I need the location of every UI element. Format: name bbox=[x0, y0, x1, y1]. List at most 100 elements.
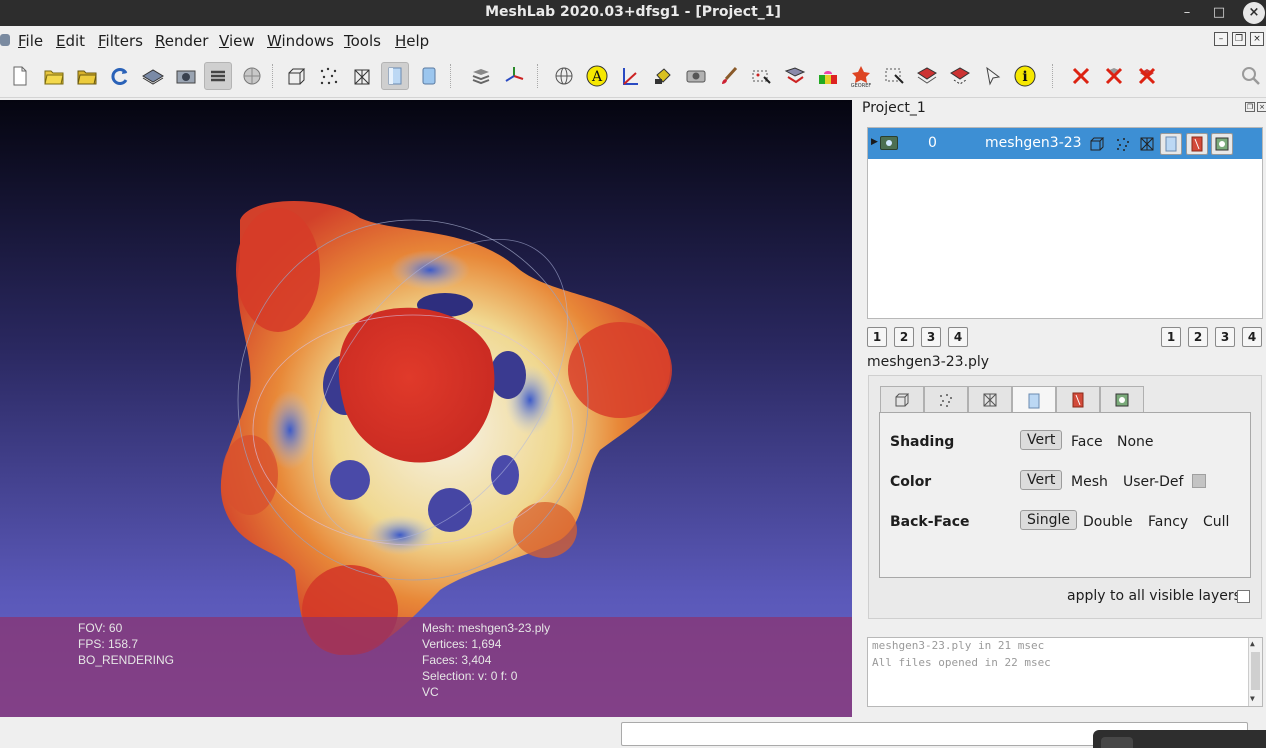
svg-text:A: A bbox=[591, 69, 603, 85]
axes-icon[interactable] bbox=[500, 62, 528, 90]
user-color-swatch[interactable] bbox=[1192, 474, 1206, 488]
smooth-icon[interactable] bbox=[415, 62, 443, 90]
select-pointer-icon[interactable] bbox=[979, 62, 1007, 90]
color-mesh-option[interactable]: Mesh bbox=[1071, 474, 1108, 490]
menu-file[interactable]: File bbox=[18, 32, 43, 50]
shading-face-option[interactable]: Face bbox=[1071, 434, 1103, 450]
flat-icon[interactable] bbox=[381, 62, 409, 90]
panel-close-button[interactable]: × bbox=[1257, 102, 1266, 112]
right-view-button-1[interactable]: 1 bbox=[1161, 327, 1181, 347]
menu-render[interactable]: Render bbox=[155, 32, 208, 50]
right-view-button-3[interactable]: 3 bbox=[1215, 327, 1235, 347]
tab-bbox[interactable] bbox=[880, 386, 924, 413]
tab-wireframe[interactable] bbox=[968, 386, 1012, 413]
left-view-button-4[interactable]: 4 bbox=[948, 327, 968, 347]
tab-solid[interactable] bbox=[1012, 386, 1056, 414]
layer-name[interactable]: meshgen3-23 bbox=[985, 135, 1082, 151]
layer-texture-icon[interactable] bbox=[1186, 133, 1208, 155]
layer-decorator-icon[interactable] bbox=[1211, 133, 1233, 155]
layer-wire-icon[interactable] bbox=[1136, 133, 1158, 155]
menu-help[interactable]: Help bbox=[395, 32, 429, 50]
scroll-thumb[interactable] bbox=[1251, 652, 1260, 690]
new-project-icon[interactable] bbox=[6, 62, 34, 90]
search-icon[interactable] bbox=[1237, 62, 1265, 90]
3d-viewport[interactable]: FOV: 60 FPS: 158.7 BO_RENDERING Mesh: me… bbox=[0, 100, 852, 717]
tab-points[interactable] bbox=[924, 386, 968, 413]
select-connected-icon[interactable] bbox=[913, 62, 941, 90]
layer-points-icon[interactable] bbox=[1112, 133, 1134, 155]
light-icon[interactable] bbox=[238, 62, 266, 90]
layer-flat-icon[interactable] bbox=[1160, 133, 1182, 155]
svg-text:i: i bbox=[1022, 69, 1027, 85]
scroll-down-icon[interactable]: ▼ bbox=[1250, 694, 1255, 703]
select-faces-icon[interactable] bbox=[781, 62, 809, 90]
menu-tools[interactable]: Tools bbox=[344, 32, 381, 50]
shading-vert-option[interactable]: Vert bbox=[1020, 430, 1063, 450]
log-scrollbar[interactable]: ▲ ▼ bbox=[1248, 638, 1262, 706]
right-view-button-4[interactable]: 4 bbox=[1242, 327, 1262, 347]
globe-icon[interactable] bbox=[550, 62, 578, 90]
wireframe-icon[interactable] bbox=[348, 62, 376, 90]
color-vert-option[interactable]: Vert bbox=[1020, 470, 1063, 490]
paint-bucket-icon[interactable] bbox=[649, 62, 677, 90]
select-area-icon[interactable] bbox=[880, 62, 908, 90]
import-mesh-icon[interactable] bbox=[73, 62, 101, 90]
points-icon[interactable] bbox=[315, 62, 343, 90]
panel-float-button[interactable]: ❐ bbox=[1245, 102, 1255, 112]
minimize-button[interactable]: – bbox=[1176, 2, 1198, 24]
export-mesh-icon[interactable] bbox=[139, 62, 167, 90]
camera-icon[interactable] bbox=[682, 62, 710, 90]
layer-stack-icon[interactable] bbox=[467, 62, 495, 90]
expand-caret-icon[interactable]: ▶ bbox=[871, 137, 878, 147]
brush-icon[interactable] bbox=[715, 62, 743, 90]
apply-all-checkbox[interactable] bbox=[1237, 590, 1250, 603]
mesh-file-label: meshgen3-23.ply bbox=[867, 354, 990, 370]
backface-cull-option[interactable]: Cull bbox=[1203, 514, 1229, 530]
mdi-minimize-button[interactable]: – bbox=[1214, 32, 1228, 46]
georef-icon[interactable]: GEOREF bbox=[847, 62, 875, 90]
panel-title: Project_1 bbox=[862, 100, 926, 116]
tab-decorators[interactable] bbox=[1100, 386, 1144, 413]
scroll-up-icon[interactable]: ▲ bbox=[1250, 639, 1255, 648]
select-vertices-icon[interactable] bbox=[748, 62, 776, 90]
left-view-button-1[interactable]: 1 bbox=[867, 327, 887, 347]
right-view-button-2[interactable]: 2 bbox=[1188, 327, 1208, 347]
select-component-icon[interactable] bbox=[946, 62, 974, 90]
color-userdef-option[interactable]: User-Def bbox=[1123, 474, 1183, 490]
close-button[interactable]: × bbox=[1243, 2, 1265, 24]
layers-icon[interactable] bbox=[204, 62, 232, 90]
info-icon[interactable]: i bbox=[1011, 62, 1039, 90]
left-view-button-2[interactable]: 2 bbox=[894, 327, 914, 347]
menu-filters[interactable]: Filters bbox=[98, 32, 143, 50]
backface-fancy-option[interactable]: Fancy bbox=[1148, 514, 1188, 530]
left-view-button-3[interactable]: 3 bbox=[921, 327, 941, 347]
color-label: Color bbox=[890, 474, 932, 490]
backface-single-option[interactable]: Single bbox=[1020, 510, 1078, 530]
reload-icon[interactable] bbox=[106, 62, 134, 90]
mesh-info: Mesh: meshgen3-23.ply Vertices: 1,694 Fa… bbox=[422, 620, 550, 700]
backface-double-option[interactable]: Double bbox=[1083, 514, 1133, 530]
annotation-icon[interactable]: A bbox=[583, 62, 611, 90]
bounding-box-icon[interactable] bbox=[282, 62, 310, 90]
delete-selected-vertices-icon[interactable] bbox=[1067, 62, 1095, 90]
delete-selected-faces-icon[interactable] bbox=[1100, 62, 1128, 90]
menu-view[interactable]: View bbox=[219, 32, 255, 50]
color-paint-icon[interactable] bbox=[814, 62, 842, 90]
snapshot-icon[interactable] bbox=[172, 62, 200, 90]
mdi-restore-button[interactable]: ❐ bbox=[1232, 32, 1246, 46]
delete-selected-all-icon[interactable] bbox=[1133, 62, 1161, 90]
tab-texture[interactable] bbox=[1056, 386, 1100, 413]
menu-edit[interactable]: Edit bbox=[56, 32, 85, 50]
menu-windows[interactable]: Windows bbox=[267, 32, 334, 50]
layer-bbox-icon[interactable] bbox=[1086, 133, 1108, 155]
visibility-eye-icon[interactable] bbox=[880, 136, 898, 150]
open-project-icon[interactable] bbox=[40, 62, 68, 90]
window-title: MeshLab 2020.03+dfsg1 - [Project_1] bbox=[485, 4, 781, 20]
maximize-button[interactable]: □ bbox=[1208, 2, 1230, 24]
layer-row[interactable]: ▶ 0 meshgen3-23 bbox=[868, 128, 1262, 159]
shading-none-option[interactable]: None bbox=[1117, 434, 1154, 450]
measure-icon[interactable] bbox=[616, 62, 644, 90]
layer-list[interactable]: ▶ 0 meshgen3-23 bbox=[867, 127, 1263, 319]
mdi-close-button[interactable]: × bbox=[1250, 32, 1264, 46]
log-window[interactable]: meshgen3-23.ply in 21 msec All files ope… bbox=[867, 637, 1263, 707]
